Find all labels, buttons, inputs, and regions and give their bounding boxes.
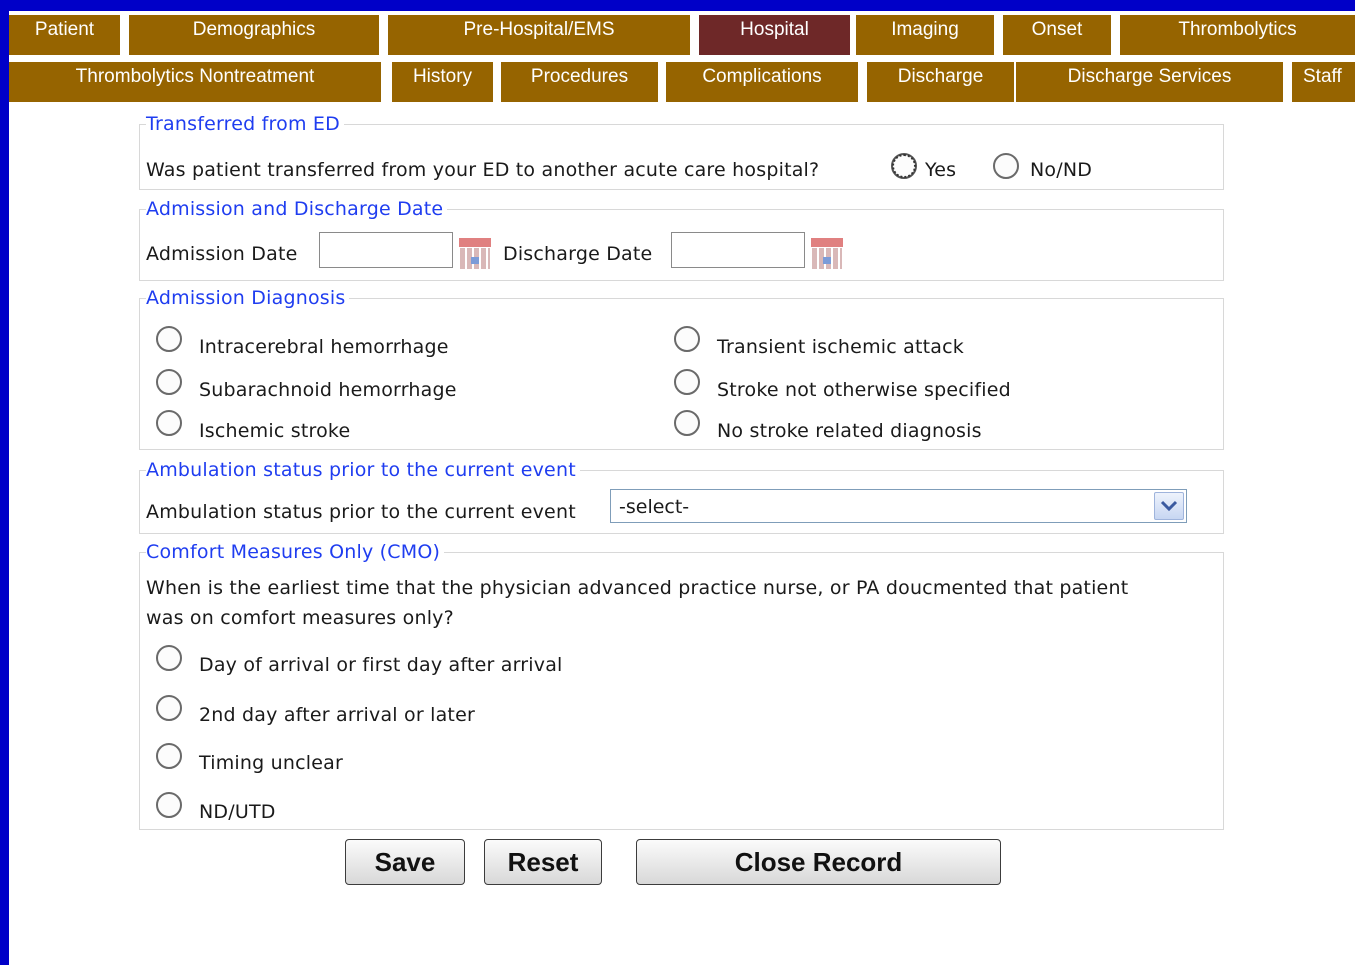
tab-discharge[interactable]: Discharge	[867, 62, 1014, 102]
ambulation-selected-value: -select-	[619, 496, 690, 518]
tab-discharge-services[interactable]: Discharge Services	[1016, 62, 1283, 102]
save-button[interactable]: Save	[345, 839, 465, 885]
diagnosis-option-label: Subarachnoid hemorrhage	[199, 379, 457, 401]
section-transferred-from-ed: Transferred from ED Was patient transfer…	[139, 113, 1224, 190]
section-legend: Comfort Measures Only (CMO)	[146, 541, 445, 563]
diagnosis-option-label: Transient ischemic attack	[717, 336, 964, 358]
calendar-icon[interactable]	[811, 238, 843, 270]
diagnosis-sah-radio[interactable]	[156, 369, 182, 395]
tab-thrombolytics[interactable]: Thrombolytics	[1120, 15, 1355, 55]
tab-demographics[interactable]: Demographics	[129, 15, 379, 55]
top-border-line	[9, 8, 1355, 11]
cmo-option-label: 2nd day after arrival or later	[199, 704, 475, 726]
section-legend: Admission Diagnosis	[146, 287, 350, 309]
section-legend: Transferred from ED	[146, 113, 344, 135]
chevron-down-icon[interactable]	[1154, 492, 1184, 520]
calendar-icon[interactable]	[459, 238, 491, 270]
tab-thrombolytics-nontreatment[interactable]: Thrombolytics Nontreatment	[9, 62, 381, 102]
diagnosis-no-stroke-radio[interactable]	[674, 410, 700, 436]
diagnosis-tia-radio[interactable]	[674, 326, 700, 352]
admission-date-input[interactable]	[319, 232, 453, 268]
cmo-question-line1: When is the earliest time that the physi…	[146, 577, 1129, 599]
diagnosis-ich-radio[interactable]	[156, 326, 182, 352]
tab-history[interactable]: History	[392, 62, 493, 102]
cmo-option-label: Day of arrival or first day after arriva…	[199, 654, 563, 676]
cmo-option-label: Timing unclear	[199, 752, 343, 774]
ambulation-label: Ambulation status prior to the current e…	[146, 501, 576, 523]
transferred-yes-label: Yes	[925, 159, 957, 181]
section-legend: Admission and Discharge Date	[146, 198, 448, 220]
transferred-no-label: No/ND	[1030, 159, 1093, 181]
ambulation-select[interactable]: -select-	[610, 489, 1187, 523]
transferred-question: Was patient transferred from your ED to …	[146, 159, 820, 181]
section-admission-diagnosis: Admission Diagnosis Intracerebral hemorr…	[139, 287, 1224, 450]
section-legend: Ambulation status prior to the current e…	[146, 459, 580, 481]
tab-imaging[interactable]: Imaging	[856, 15, 994, 55]
discharge-date-input[interactable]	[671, 232, 805, 268]
diagnosis-ischemic-radio[interactable]	[156, 410, 182, 436]
transferred-no-radio[interactable]	[993, 153, 1019, 179]
cmo-day-of-arrival-radio[interactable]	[156, 645, 182, 671]
tab-patient[interactable]: Patient	[9, 15, 120, 55]
tab-procedures[interactable]: Procedures	[501, 62, 658, 102]
cmo-nd-utd-radio[interactable]	[156, 792, 182, 818]
diagnosis-option-label: Intracerebral hemorrhage	[199, 336, 449, 358]
tab-pre-hospital-ems[interactable]: Pre-Hospital/EMS	[388, 15, 690, 55]
cmo-second-day-radio[interactable]	[156, 695, 182, 721]
diagnosis-stroke-nos-radio[interactable]	[674, 369, 700, 395]
discharge-date-label: Discharge Date	[503, 243, 653, 265]
section-comfort-measures-only: Comfort Measures Only (CMO) When is the …	[139, 541, 1224, 830]
reset-button[interactable]: Reset	[484, 839, 602, 885]
tab-hospital[interactable]: Hospital	[699, 15, 850, 55]
diagnosis-option-label: No stroke related diagnosis	[717, 420, 982, 442]
section-admission-discharge-date: Admission and Discharge Date Admission D…	[139, 198, 1224, 281]
transferred-yes-radio[interactable]	[891, 153, 917, 179]
close-record-button[interactable]: Close Record	[636, 839, 1001, 885]
cmo-option-label: ND/UTD	[199, 801, 276, 823]
form-page: Patient Demographics Pre-Hospital/EMS Ho…	[9, 8, 1355, 965]
tab-staff[interactable]: Staff	[1292, 62, 1355, 102]
diagnosis-option-label: Ischemic stroke	[199, 420, 351, 442]
cmo-question-line2: was on comfort measures only?	[146, 607, 454, 629]
tab-complications[interactable]: Complications	[666, 62, 858, 102]
diagnosis-option-label: Stroke not otherwise specified	[717, 379, 1011, 401]
admission-date-label: Admission Date	[146, 243, 298, 265]
cmo-timing-unclear-radio[interactable]	[156, 743, 182, 769]
tab-onset[interactable]: Onset	[1003, 15, 1111, 55]
